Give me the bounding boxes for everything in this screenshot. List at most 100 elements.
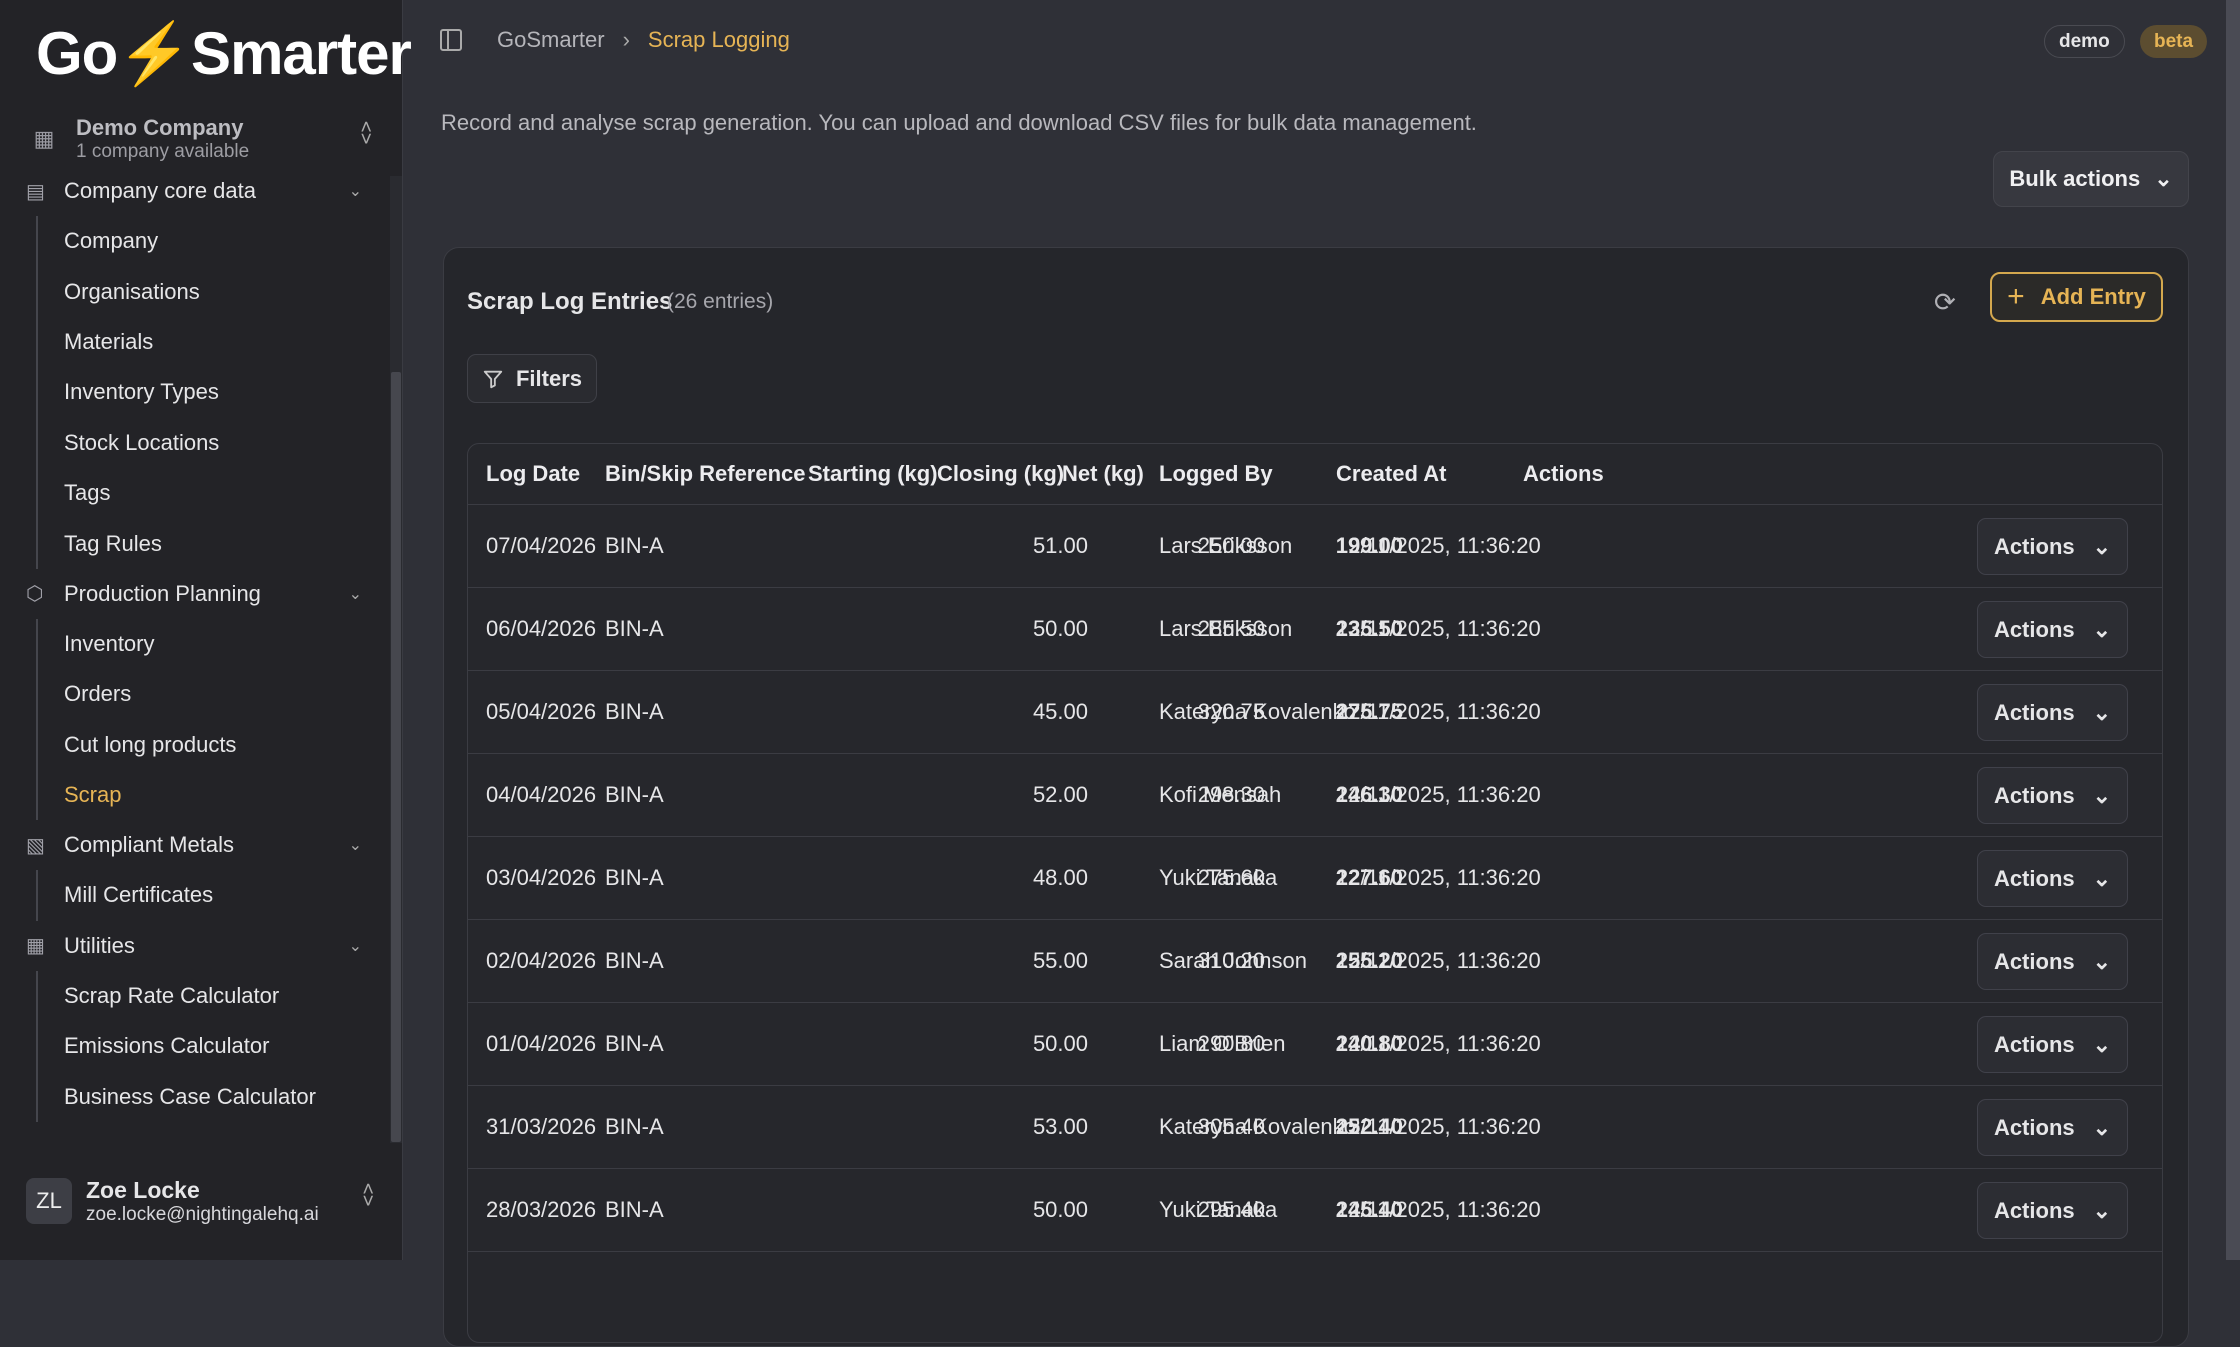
row-actions-button[interactable]: Actions ⌄ — [1977, 601, 2128, 658]
entries-count: (26 entries) — [667, 290, 774, 313]
bulk-actions-button[interactable]: Bulk actions ⌄ — [1993, 151, 2189, 207]
starting-kg-cell: 51.00 — [1032, 533, 1088, 558]
starting-kg-cell: 55.00 — [1032, 948, 1088, 973]
bin-reference-cell: BIN-A — [605, 533, 664, 558]
log-date-cell: 04/04/2026 — [486, 782, 597, 807]
row-actions-button[interactable]: Actions ⌄ — [1977, 1099, 2128, 1156]
table-row: 01/04/2026 BIN-A 50.00 290.80 240.80 Liam O'B… — [468, 1003, 2162, 1086]
column-header[interactable]: Bin/Skip Reference ↑ — [605, 444, 831, 504]
group-icon: ▦ — [26, 935, 45, 958]
logged-by-cell: Yuki Tanaka — [1159, 1197, 1278, 1222]
logged-by-cell: Sarah Johnson — [1159, 948, 1307, 973]
sidebar-subitems: Inventory Orders Cut long products Scrap — [36, 618, 392, 821]
table-row: 07/04/2026 BIN-A 51.00 250.00 199.00 Lars Eri… — [468, 505, 2162, 588]
column-header: Logged By — [1159, 444, 1273, 504]
sidebar-item[interactable]: Business Case Calculator — [64, 1071, 392, 1121]
column-header-label: Actions — [1523, 461, 1604, 486]
row-actions-button[interactable]: Actions ⌄ — [1977, 1016, 2128, 1073]
column-header-label: Logged By — [1159, 461, 1273, 486]
column-header: Closing (kg) — [937, 444, 1064, 504]
starting-kg-cell: 53.00 — [1032, 1114, 1088, 1139]
add-entry-label: Add Entry — [2040, 284, 2146, 309]
sidebar-group[interactable]: ⬡ Production Planning ⌄ — [0, 569, 392, 619]
row-actions-button[interactable]: Actions ⌄ — [1977, 1182, 2128, 1239]
chevron-right-icon: › — [622, 27, 630, 52]
log-date-cell: 28/03/2026 — [486, 1197, 597, 1222]
chevron-down-icon: ⌄ — [2092, 948, 2112, 974]
page-description: Record and analyse scrap generation. You… — [441, 110, 1477, 135]
sidebar-item[interactable]: Company — [64, 216, 392, 266]
chevrons-up-down-icon: ˄ ˅ — [362, 1179, 374, 1213]
card-title: Scrap Log Entries — [467, 288, 673, 315]
column-header-label: Created At — [1336, 461, 1447, 486]
log-date-cell: 03/04/2026 — [486, 865, 597, 890]
sidebar-item[interactable]: Cut long products — [64, 720, 392, 770]
log-date-cell: 01/04/2026 — [486, 1031, 597, 1056]
starting-kg-cell: 45.00 — [1032, 699, 1088, 724]
table-row: 05/04/2026 BIN-A 45.00 320.75 275.75 Kateryna… — [468, 671, 2162, 754]
sidebar-item[interactable]: Stock Locations — [64, 418, 392, 468]
chevron-down-icon: ⌄ — [348, 585, 362, 603]
column-header-label: Log Date — [486, 461, 581, 486]
chevron-down-icon: ⌄ — [2092, 782, 2112, 808]
group-icon: ⬡ — [26, 583, 44, 606]
sidebar-item[interactable]: Tags — [64, 468, 392, 518]
toggle-sidebar-icon[interactable] — [440, 29, 462, 51]
row-actions-label: Actions — [1993, 1031, 2075, 1057]
breadcrumb-current: Scrap Logging — [647, 27, 790, 52]
sidebar-item[interactable]: Emissions Calculator — [64, 1021, 392, 1071]
sidebar-item[interactable]: Orders — [64, 669, 392, 719]
chevron-down-icon: ⌄ — [348, 183, 362, 200]
created-at-cell: 12/11/2025, 11:36:20 — [1336, 616, 1541, 641]
chevron-down-icon: ⌄ — [2092, 699, 2112, 725]
add-entry-button[interactable]: + Add Entry — [1990, 272, 2163, 322]
sidebar-subitems: Mill Certificates — [36, 870, 392, 921]
sidebar-item[interactable]: Mill Certificates — [64, 870, 392, 920]
row-actions-label: Actions — [1993, 782, 2075, 808]
company-switcher[interactable]: ▦ Demo Company 1 company available ˄ ˅ — [24, 108, 384, 170]
row-actions-button[interactable]: Actions ⌄ — [1977, 684, 2128, 741]
sidebar-item[interactable]: Inventory Types — [64, 367, 392, 417]
sidebar-item[interactable]: Organisations — [64, 266, 392, 316]
beta-badge: beta — [2140, 25, 2208, 58]
scrap-log-table: Log Date Bin/Skip Reference ↑ Starting (kg)… — [467, 443, 2163, 1343]
logged-by-cell: Lars Eriksson — [1159, 616, 1293, 641]
breadcrumb-root[interactable]: GoSmarter — [497, 27, 605, 53]
sidebar-item[interactable]: Scrap — [64, 770, 392, 820]
created-at-cell: 12/11/2025, 11:36:20 — [1336, 865, 1541, 890]
row-actions-button[interactable]: Actions ⌄ — [1977, 767, 2128, 824]
filters-button[interactable]: Filters — [467, 354, 597, 403]
column-header-label: Closing (kg) — [937, 461, 1065, 486]
sidebar-group-label: Company core data — [64, 178, 256, 203]
created-at-cell: 12/11/2025, 11:36:20 — [1336, 948, 1541, 973]
sidebar-item[interactable]: Tag Rules — [64, 518, 392, 568]
column-header: Actions — [1523, 444, 1604, 504]
filters-label: Filters — [515, 365, 583, 391]
created-at-cell: 12/11/2025, 11:36:20 — [1336, 1031, 1541, 1056]
refresh-icon[interactable]: ⟳ — [1934, 287, 1956, 318]
chevron-down-icon: ⌄ — [2092, 1197, 2112, 1223]
starting-kg-cell: 50.00 — [1032, 1197, 1088, 1222]
sidebar-scrollbar-thumb[interactable] — [391, 372, 401, 1142]
row-actions-button[interactable]: Actions ⌄ — [1977, 518, 2128, 575]
row-actions-button[interactable]: Actions ⌄ — [1977, 850, 2128, 907]
log-date-cell: 06/04/2026 — [486, 616, 597, 641]
column-header-label: Bin/Skip Reference — [605, 461, 806, 486]
row-actions-button[interactable]: Actions ⌄ — [1977, 933, 2128, 990]
row-actions-label: Actions — [1993, 1197, 2075, 1223]
gosmarter-logo[interactable]: Go⚡Smarter — [36, 18, 412, 89]
breadcrumb: GoSmarter › Scrap Logging — [497, 27, 790, 53]
sidebar-group[interactable]: ▧ Compliant Metals ⌄ — [0, 820, 392, 870]
sidebar-item[interactable]: Scrap Rate Calculator — [64, 971, 392, 1021]
created-at-cell: 12/11/2025, 11:36:20 — [1336, 782, 1541, 807]
sidebar-item[interactable]: Inventory — [64, 619, 392, 669]
user-menu[interactable]: ZL Zoe Locke zoe.locke@nightingalehq.ai … — [26, 1168, 386, 1234]
sidebar-group[interactable]: ▤ Company core data ⌄ — [0, 176, 392, 216]
page-scrollbar[interactable] — [2226, 0, 2240, 1260]
created-at-cell: 12/11/2025, 11:36:20 — [1336, 699, 1541, 724]
row-actions-label: Actions — [1993, 1114, 2075, 1140]
log-date-cell: 02/04/2026 — [486, 948, 597, 973]
sidebar-group[interactable]: ▦ Utilities ⌄ — [0, 921, 392, 971]
sidebar-item[interactable]: Materials — [64, 317, 392, 367]
sidebar-group-label: Utilities — [64, 932, 135, 958]
